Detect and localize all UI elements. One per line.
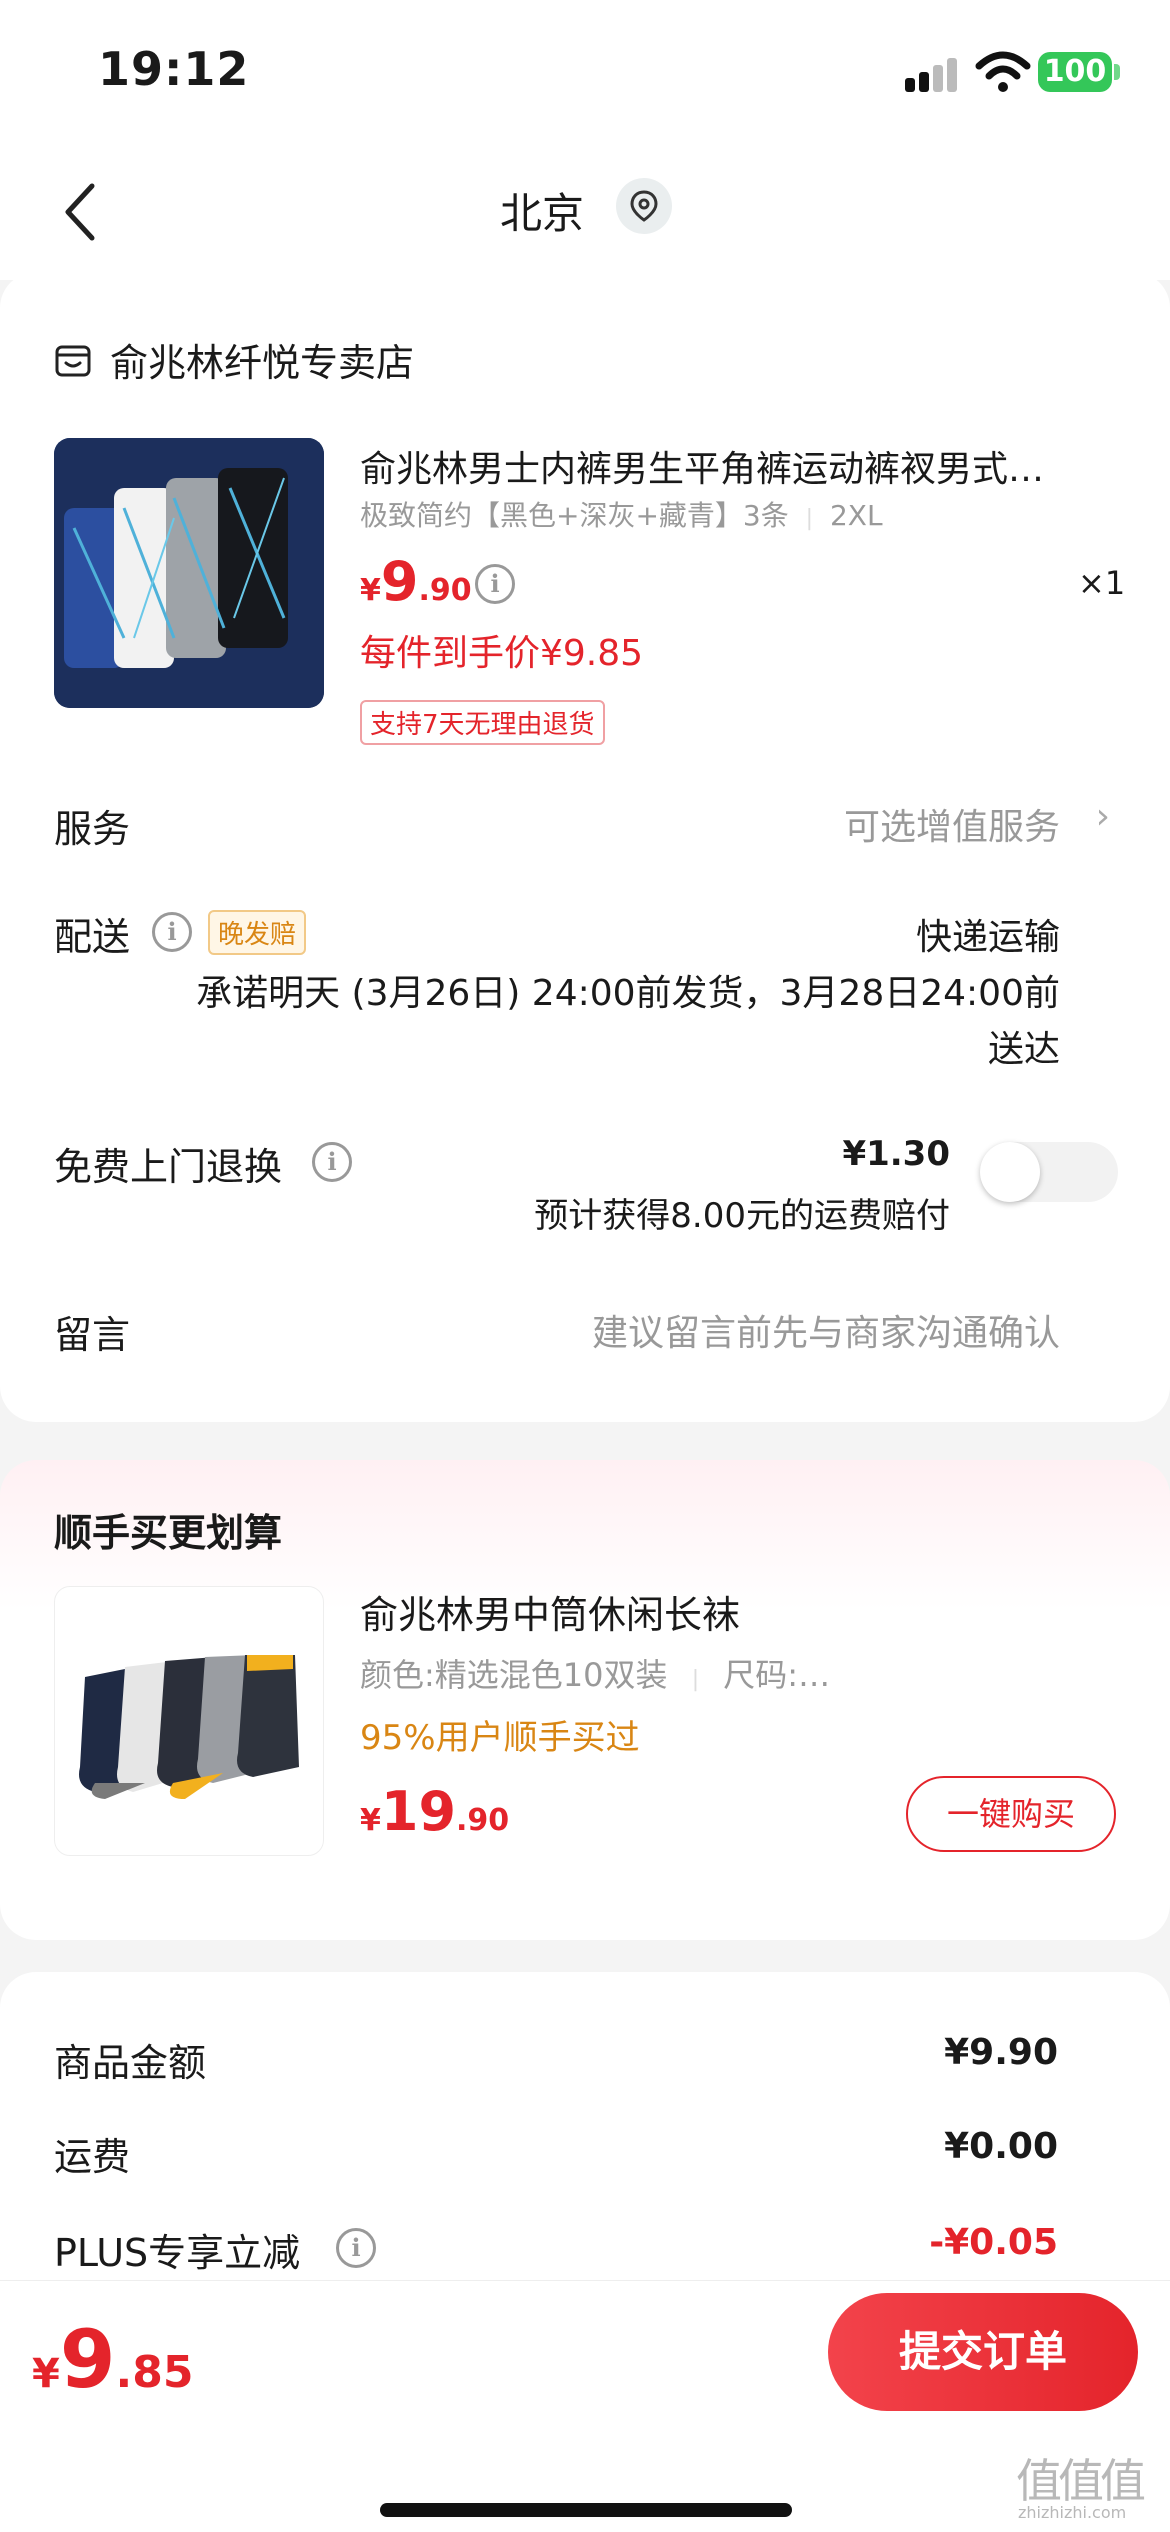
upsell-social-proof: 95%用户顺手买过	[360, 1718, 640, 1758]
delivery-promise-line2: 送达	[987, 1029, 1060, 1070]
price-decimal: .90	[418, 573, 472, 608]
submit-order-button[interactable]: 提交订单	[828, 2293, 1138, 2411]
spec-divider: |	[691, 1667, 700, 1692]
delivery-promise-line1: 承诺明天 (3月26日) 24:00前发货，3月28日24:00前	[196, 973, 1060, 1014]
one-click-buy-button[interactable]: 一键购买	[906, 1776, 1116, 1852]
delivery-info-icon[interactable]: i	[152, 912, 192, 952]
wifi-icon	[975, 51, 1031, 92]
store-header[interactable]: 俞兆林纤悦专卖店	[54, 332, 414, 387]
price-integer: 9	[380, 550, 419, 613]
home-indicator[interactable]	[380, 2503, 792, 2517]
watermark-url: zhizhizhi.com	[1018, 2503, 1127, 2522]
upsell-product-spec[interactable]: 颜色:精选混色10双装 | 尺码:…	[360, 1650, 830, 1696]
price-symbol: ¥	[360, 573, 381, 608]
upsell-title: 顺手买更划算	[54, 1511, 283, 1555]
spec-divider: |	[805, 506, 814, 531]
store-icon	[55, 345, 91, 376]
total-integer: 9	[59, 2313, 116, 2406]
store-name: 俞兆林纤悦专卖店	[110, 341, 415, 385]
chevron-right-icon[interactable]: ›	[1096, 796, 1110, 837]
service-label: 服务	[54, 807, 131, 851]
price-info-icon[interactable]: i	[475, 564, 515, 604]
battery-tip	[1114, 64, 1120, 80]
return-policy-tag: 支持7天无理由退货	[360, 700, 605, 745]
price-integer: 19	[380, 1780, 457, 1843]
shipping-value: ¥0.00	[944, 2126, 1058, 2167]
plus-discount-label: PLUS专享立减	[54, 2231, 301, 2275]
price-decimal: .90	[456, 1803, 510, 1838]
total-symbol: ¥	[32, 2351, 60, 2397]
status-time: 19:12	[98, 42, 250, 96]
shipping-label: 运费	[54, 2135, 131, 2179]
product-price: ¥9.90	[360, 550, 472, 613]
upsell-card: 顺手买更划算 俞兆林男中筒休闲长袜 颜色:精选混色10双装 | 尺码:… 95%…	[0, 1460, 1170, 1940]
order-total: ¥9.85	[32, 2313, 193, 2406]
free-return-note: 预计获得8.00元的运费赔付	[534, 1196, 950, 1236]
free-return-toggle[interactable]	[980, 1142, 1118, 1202]
service-value[interactable]: 可选增值服务	[844, 798, 1060, 850]
late-compensation-tag: 晚发赔	[208, 910, 307, 955]
toggle-knob	[980, 1142, 1040, 1202]
checkout-bar: ¥9.85 提交订单 值值值 zhizhizhi.com	[0, 2280, 1170, 2532]
plus-discount-info-icon[interactable]: i	[336, 2228, 376, 2268]
socks-product-illustration	[79, 1655, 299, 1799]
location-pin-icon	[630, 190, 658, 222]
watermark-logo: 值值值	[1016, 2454, 1146, 2508]
product-image[interactable]	[54, 438, 324, 708]
product-quantity: ×1	[1078, 564, 1126, 602]
goods-amount-value: ¥9.90	[944, 2032, 1058, 2073]
location-title[interactable]: 北京	[500, 180, 584, 241]
back-arrow-icon[interactable]	[60, 180, 104, 244]
upsell-product-image[interactable]	[54, 1586, 324, 1856]
upsell-product-title[interactable]: 俞兆林男中筒休闲长袜	[360, 1584, 740, 1639]
product-spec-variant: 极致简约【黑色+深灰+藏青】3条	[360, 499, 789, 532]
upsell-spec-size: 尺码:…	[723, 1656, 831, 1694]
product-spec[interactable]: 极致简约【黑色+深灰+藏青】3条 | 2XL	[360, 494, 883, 534]
message-input[interactable]: 建议留言前先与商家沟通确认	[592, 1304, 1060, 1356]
order-card: 俞兆林纤悦专卖店 俞兆林男士内裤男生平角裤运动裤衩男式… 极致简约【黑色+深灰+…	[0, 272, 1170, 1422]
underwear-product-illustration	[54, 438, 324, 708]
message-label: 留言	[54, 1313, 131, 1357]
product-title[interactable]: 俞兆林男士内裤男生平角裤运动裤衩男式…	[360, 440, 1120, 492]
location-button[interactable]	[616, 178, 672, 234]
cellular-signal-icon	[905, 58, 961, 92]
status-bar: 19:12 100	[0, 0, 1170, 140]
battery-indicator: 100	[1038, 52, 1112, 92]
upsell-price: ¥19.90	[360, 1780, 509, 1843]
price-symbol: ¥	[360, 1803, 381, 1838]
product-spec-size: 2XL	[829, 499, 883, 532]
delivery-label: 配送	[54, 915, 131, 959]
unit-price: 每件到手价¥9.85	[360, 633, 644, 674]
plus-discount-value: -¥0.05	[929, 2222, 1058, 2263]
free-return-label: 免费上门退换	[54, 1145, 283, 1189]
delivery-method[interactable]: 快递运输	[916, 908, 1060, 960]
free-return-price: ¥1.30	[842, 1134, 950, 1174]
goods-amount-label: 商品金额	[54, 2041, 207, 2085]
nav-bar: 北京	[0, 140, 1170, 280]
upsell-spec-color: 颜色:精选混色10双装	[360, 1656, 668, 1694]
free-return-info-icon[interactable]: i	[312, 1142, 352, 1182]
total-decimal: .85	[115, 2347, 194, 2398]
